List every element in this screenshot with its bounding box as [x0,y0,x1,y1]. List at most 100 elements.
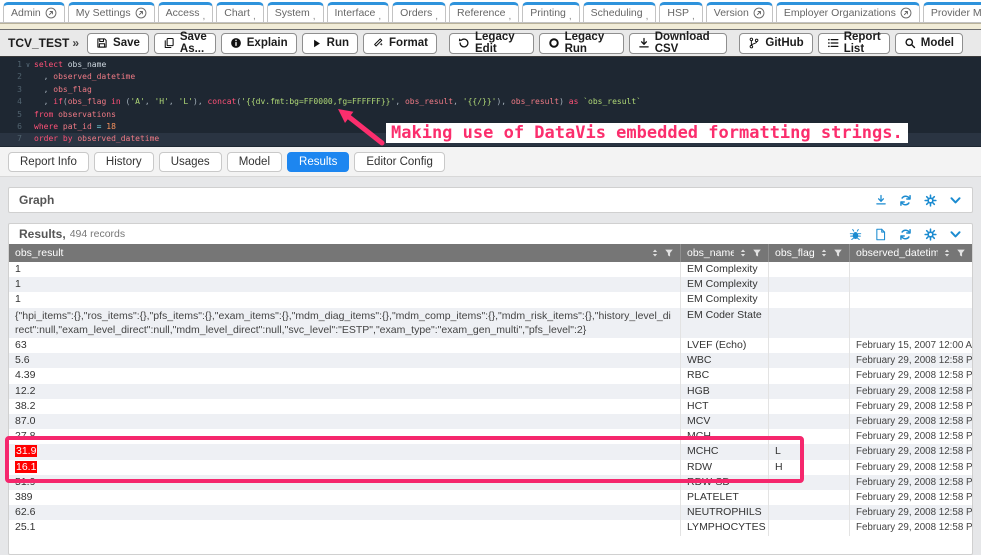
chevron-down-icon[interactable] [949,194,962,207]
nav-tab-admin[interactable]: Admin [3,2,65,22]
cell-observed-datetime: February 29, 2008 12:58 PM [850,505,972,520]
table-row: 62.6NEUTROPHILSFebruary 29, 2008 12:58 P… [9,505,972,520]
external-link-icon[interactable] [135,7,147,19]
query-toolbar: TCV_TEST » SaveSave As...ExplainRunForma… [0,30,981,57]
save-button[interactable]: Save [87,33,149,54]
doc-icon[interactable] [874,228,887,241]
line-number: 6 [0,121,22,133]
tab-model[interactable]: Model [227,152,282,172]
nav-tab-version[interactable]: Version [706,2,773,22]
nav-tab-employer-organizations[interactable]: Employer Organizations [776,2,920,22]
code-text: select obs_name [34,59,981,71]
refresh-icon[interactable] [899,228,912,241]
nav-tab-system[interactable]: System, [267,2,324,22]
sort-icon[interactable] [650,248,660,258]
tab-usages[interactable]: Usages [159,152,222,172]
refresh-icon[interactable] [899,194,912,207]
cell-obs-name: HCT [681,399,769,414]
report-list-button[interactable]: Report List [818,33,890,54]
column-header-obs-flag[interactable]: obs_flag [769,244,850,262]
nav-tab-provider-management[interactable]: Provider Management [923,2,981,22]
cell-obs-result: 16.1 [9,460,681,475]
cell-obs-flag: H [769,460,850,475]
cell-obs-result: 389 [9,490,681,505]
bug-icon[interactable] [849,228,862,241]
button-label: Legacy Run [565,31,615,55]
results-panel-title: Results, [19,227,66,241]
column-header-observed-datetime[interactable]: observed_datetime [850,244,972,262]
cell-obs-flag [769,308,850,339]
nav-tab-scheduling[interactable]: Scheduling, [583,2,657,22]
legacy-run-button[interactable]: Legacy Run [539,33,624,54]
sort-icon[interactable] [738,248,748,258]
run-button[interactable]: Run [302,33,358,54]
table-row: 63LVEF (Echo)February 15, 2007 12:00 AM [9,338,972,353]
tab-history[interactable]: History [94,152,154,172]
column-header-obs-result[interactable]: obs_result [9,244,681,262]
explain-button[interactable]: Explain [221,33,297,54]
nav-tab-label: Access [166,7,200,19]
nav-tab-orders[interactable]: Orders, [392,2,446,22]
funnel-icon[interactable] [956,248,966,258]
graph-panel-header[interactable]: Graph [9,188,972,212]
save-as-button[interactable]: Save As... [154,33,216,54]
dropdown-indicator-icon: , [253,14,256,20]
cell-obs-result: 87.0 [9,414,681,429]
external-link-icon[interactable] [753,7,765,19]
download-icon[interactable] [875,194,887,206]
gear-icon[interactable] [924,228,937,241]
tab-report-info[interactable]: Report Info [8,152,89,172]
legacy-edit-button[interactable]: Legacy Edit [449,33,534,54]
code-fold-icon[interactable]: ∨ [22,59,34,71]
external-link-icon[interactable] [900,7,912,19]
cell-obs-flag [769,475,850,490]
table-row: 1EM Complexity [9,292,972,307]
format-button[interactable]: Format [363,33,437,54]
cell-obs-result: 12.2 [9,384,681,399]
sql-code-editor[interactable]: 1∨select obs_name2 , observed_datetime3 … [0,57,981,147]
formatted-result-badge: 16.1 [15,461,37,473]
results-table-header: obs_resultobs_nameobs_flagobserved_datet… [9,244,972,262]
results-record-count: 494 records [70,228,125,240]
nav-tab-access[interactable]: Access, [158,2,214,22]
funnel-icon[interactable] [833,248,843,258]
nav-tab-reference[interactable]: Reference, [449,2,519,22]
external-link-icon[interactable] [45,7,57,19]
nav-tab-interface[interactable]: Interface, [327,2,390,22]
nav-tab-hsp[interactable]: HSP, [659,2,702,22]
tab-results[interactable]: Results [287,152,349,172]
button-label: Run [327,37,349,49]
gear-icon[interactable] [924,194,937,207]
model-button[interactable]: Model [895,33,963,54]
nav-tab-label: Reference [457,7,505,19]
code-line-7: 7order by observed_datetime [0,133,981,145]
github-button[interactable]: GitHub [739,33,812,54]
cell-obs-result: 27.8 [9,429,681,444]
chevron-down-icon[interactable] [949,228,962,241]
report-name-expander[interactable]: » [72,36,79,50]
cell-obs-result: 5.6 [9,353,681,368]
button-label: Download CSV [655,31,719,55]
column-header-obs-name[interactable]: obs_name [681,244,769,262]
nav-tab-my-settings[interactable]: My Settings [68,2,155,22]
button-label: Explain [247,37,288,49]
nav-tab-printing[interactable]: Printing, [522,2,579,22]
sort-icon[interactable] [942,248,952,258]
table-row: 25.1LYMPHOCYTESFebruary 29, 2008 12:58 P… [9,520,972,535]
cell-observed-datetime: February 29, 2008 12:58 PM [850,429,972,444]
table-row: 5.6WBCFebruary 29, 2008 12:58 PM [9,353,972,368]
tab-editor-config[interactable]: Editor Config [354,152,444,172]
sort-icon[interactable] [819,248,829,258]
funnel-icon[interactable] [752,248,762,258]
cell-obs-flag [769,414,850,429]
results-panel-header[interactable]: Results, 494 records [9,224,972,244]
code-text: where pat_id = 18 [34,121,981,133]
play-icon [311,38,322,49]
code-line-6: 6 where pat_id = 18 [0,121,981,133]
line-number: 2 [0,71,22,83]
info-circle-icon [230,37,242,49]
nav-tab-chart[interactable]: Chart, [216,2,263,22]
funnel-icon[interactable] [664,248,674,258]
download-csv-button[interactable]: Download CSV [629,33,728,54]
code-fold-spacer [22,96,34,108]
